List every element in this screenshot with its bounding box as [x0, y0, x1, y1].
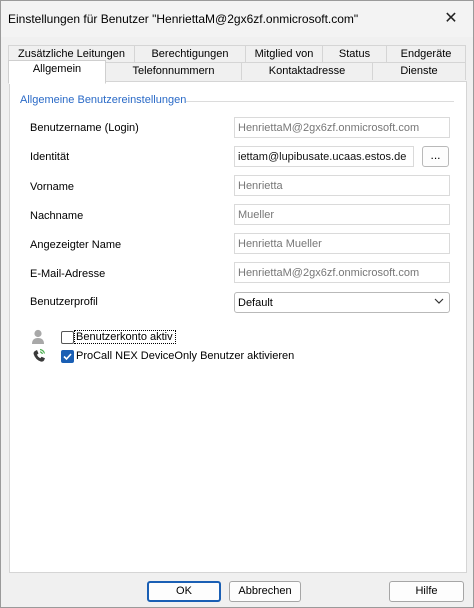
email-field[interactable]: HenriettaM@2gx6zf.onmicrosoft.com: [234, 262, 450, 283]
tab-berechtigungen[interactable]: Berechtigungen: [134, 45, 246, 63]
tab-telefonnummern[interactable]: Telefonnummern: [105, 62, 242, 80]
procall-nex-checkbox[interactable]: [61, 350, 74, 363]
account-active-label[interactable]: Benutzerkonto aktiv: [76, 331, 173, 343]
help-button[interactable]: Hilfe: [389, 581, 464, 602]
username-field[interactable]: HenriettaM@2gx6zf.onmicrosoft.com: [234, 117, 450, 138]
settings-dialog: Einstellungen für Benutzer "HenriettaM@2…: [0, 0, 474, 608]
identity-field[interactable]: iettam@lupibusate.ucaas.estos.de: [234, 146, 414, 167]
identity-label: Identität: [30, 151, 70, 163]
profile-select-value: Default: [238, 297, 273, 309]
firstname-label: Vorname: [30, 181, 75, 193]
tab-panel-allgemein: Allgemeine Benutzereinstellungen Benutze…: [9, 81, 467, 573]
tab-allgemein[interactable]: Allgemein: [8, 60, 106, 84]
username-label: Benutzername (Login): [30, 122, 139, 134]
cancel-button[interactable]: Abbrechen: [229, 581, 301, 602]
tab-endgeraete[interactable]: Endgeräte: [386, 45, 466, 63]
ok-button[interactable]: OK: [147, 581, 221, 602]
lastname-field[interactable]: Mueller: [234, 204, 450, 225]
tab-mitglied-von[interactable]: Mitglied von: [245, 45, 323, 63]
lastname-label: Nachname: [30, 210, 84, 222]
phone-icon: [33, 348, 46, 362]
displayname-label: Angezeigter Name: [30, 239, 122, 251]
firstname-field[interactable]: Henrietta: [234, 175, 450, 196]
tab-kontaktadresse[interactable]: Kontaktadresse: [241, 62, 373, 80]
checkmark-icon: [63, 353, 72, 361]
profile-select[interactable]: Default: [234, 292, 450, 313]
chevron-down-icon: [434, 298, 444, 304]
window-title: Einstellungen für Benutzer "HenriettaM@2…: [8, 12, 359, 26]
close-icon[interactable]: ✕: [439, 7, 463, 31]
title-bar: Einstellungen für Benutzer "HenriettaM@2…: [1, 1, 473, 37]
procall-nex-label[interactable]: ProCall NEX DeviceOnly Benutzer aktivier…: [76, 350, 294, 362]
email-label: E-Mail-Adresse: [30, 268, 106, 280]
identity-browse-button[interactable]: ...: [422, 146, 449, 167]
section-divider: [186, 101, 454, 102]
section-title: Allgemeine Benutzereinstellungen: [20, 94, 187, 106]
profile-label: Benutzerprofil: [30, 296, 98, 308]
tab-dienste[interactable]: Dienste: [372, 62, 466, 80]
displayname-field[interactable]: Henrietta Mueller: [234, 233, 450, 254]
user-icon: [32, 329, 44, 344]
account-active-checkbox[interactable]: [61, 331, 74, 344]
tab-status[interactable]: Status: [322, 45, 387, 63]
